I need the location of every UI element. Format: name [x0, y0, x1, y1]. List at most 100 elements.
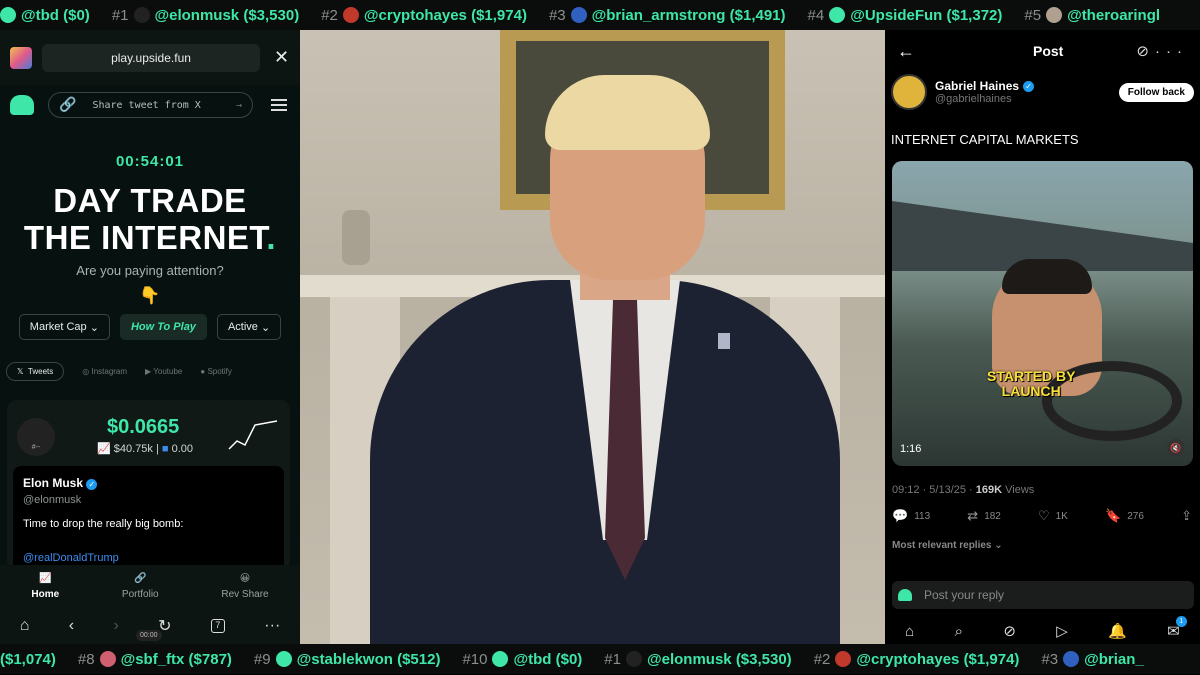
post-header: ← Post ⊘···	[885, 30, 1200, 72]
video-player[interactable]	[300, 30, 885, 644]
tab-spotify[interactable]: ● Spotify	[200, 367, 232, 376]
ticker-item[interactable]: #4 @UpsideFun ($1,372)	[808, 7, 1003, 24]
youtube-icon: ▶	[145, 367, 152, 376]
avatar[interactable]	[891, 74, 927, 110]
active-dropdown[interactable]: Active ⌄	[216, 314, 282, 340]
token-price: $0.0665	[107, 416, 180, 438]
repost-icon: ⇄	[967, 508, 979, 523]
flag-pin	[718, 333, 730, 349]
arrow-right-icon[interactable]: →	[236, 100, 242, 111]
follow-back-button[interactable]: Follow back	[1118, 82, 1194, 102]
ticker-item[interactable]: ($1,074)	[0, 651, 56, 668]
video-icon[interactable]: ▷	[1056, 622, 1068, 640]
reply-icon: 💬	[892, 508, 909, 523]
ticker-text: @brian_	[1084, 650, 1144, 668]
repost-button[interactable]: ⇄ 182	[967, 508, 1001, 524]
video-duration: 1:16	[900, 443, 922, 455]
ticker-text: @tbd ($0)	[513, 650, 583, 668]
nav-portfolio[interactable]: 🔗 Portfolio	[122, 573, 159, 600]
menu-icon[interactable]	[271, 99, 287, 111]
ticker-text: @theroaringl	[1067, 6, 1161, 24]
reply-placeholder: Post your reply	[924, 588, 1005, 602]
ticker-text: @cryptohayes ($1,974)	[856, 650, 1020, 668]
ticker-item[interactable]: #1 @elonmusk ($3,530)	[112, 7, 299, 24]
post-video[interactable]: STARTED BY LAUNCH 1:16 🔇	[892, 161, 1193, 466]
ticker-rank: #3	[1041, 650, 1059, 668]
notification-badge: 1	[1175, 616, 1187, 627]
embedded-tweet[interactable]: Elon Musk ✓ @elonmusk Time to drop the r…	[13, 466, 284, 570]
forward-icon[interactable]: ›	[113, 617, 118, 635]
ticker-rank: #1	[111, 6, 129, 24]
reply-input[interactable]: Post your reply	[892, 581, 1194, 609]
author-handle: @gabrielhaines	[935, 93, 1012, 105]
ticker-item[interactable]: #2 @cryptohayes ($1,974)	[814, 651, 1020, 668]
tweet-mention[interactable]: @realDonaldTrump	[23, 552, 274, 564]
user-avatar-icon	[898, 589, 912, 601]
ticker-text: @elonmusk ($3,530)	[646, 650, 792, 668]
sparkline-icon	[228, 420, 278, 450]
grok-icon[interactable]: ⊘	[1003, 622, 1016, 640]
upside-logo-icon[interactable]	[10, 95, 34, 115]
home-icon[interactable]: ⌂	[905, 623, 914, 640]
nav-rev-share[interactable]: 😀 Rev Share	[221, 573, 268, 600]
tweet-author: Elon Musk ✓	[23, 476, 274, 490]
share-button[interactable]: ⇪	[1181, 508, 1192, 524]
like-button[interactable]: ♡ 1K	[1038, 508, 1068, 524]
token-card[interactable]: #-- $0.0665 📈 $40.75k | ■ 0.00 Elon Musk…	[7, 400, 290, 570]
header-actions: ⊘···	[1136, 42, 1188, 60]
more-icon[interactable]: ···	[264, 617, 280, 635]
ticker-item[interactable]: @tbd ($0)	[0, 7, 90, 24]
nav-home[interactable]: 📈 Home	[31, 573, 59, 600]
ticker-item[interactable]: #2 @cryptohayes ($1,974)	[321, 7, 527, 24]
hero-line-1: DAY TRADE	[53, 182, 247, 219]
leaderboard-ticker-bottom: ($1,074) #8 @sbf_ftx ($787) #9 @stablekwon (…	[0, 644, 1200, 674]
leaderboard-ticker-top: @tbd ($0) #1 @elonmusk ($3,530) #2 @cryptoha…	[0, 0, 1200, 30]
share-tweet-input[interactable]: 🔗 Share tweet from X →	[48, 92, 253, 118]
bell-icon[interactable]: 🔔	[1108, 622, 1127, 640]
more-icon[interactable]: ···	[1155, 43, 1188, 60]
grok-icon[interactable]: ⊘	[1136, 43, 1155, 60]
app-bottom-nav: 📈 Home 🔗 Portfolio 😀 Rev Share	[0, 565, 300, 607]
ticker-item[interactable]: #3 @brian_	[1041, 651, 1143, 668]
avatar	[570, 7, 587, 23]
tabs-icon[interactable]: 7	[210, 618, 225, 633]
close-icon[interactable]: ✕	[274, 47, 289, 68]
ticker-item[interactable]: #10 @tbd ($0)	[462, 651, 582, 668]
spotify-icon: ●	[200, 367, 206, 376]
author-name[interactable]: Gabriel Haines	[935, 79, 1019, 93]
mini-player-time: 00:00	[136, 630, 162, 641]
market-cap-dropdown[interactable]: Market Cap ⌄	[18, 314, 110, 340]
messages-icon[interactable]: ✉ 1	[1167, 616, 1187, 640]
url-bar[interactable]: play.upside.fun	[42, 43, 260, 72]
post-title: Post	[1033, 43, 1064, 59]
home-icon[interactable]: ⌂	[20, 617, 30, 635]
tab-instagram[interactable]: ◎ Instagram	[82, 367, 127, 376]
ticker-item[interactable]: #9 @stablekwon ($512)	[254, 651, 441, 668]
reply-button[interactable]: 💬 113	[892, 508, 930, 524]
ticker-item[interactable]: #8 @sbf_ftx ($787)	[78, 651, 232, 668]
search-icon[interactable]: ⌕	[955, 623, 963, 640]
mute-icon[interactable]: 🔇	[1167, 439, 1185, 457]
ticker-item[interactable]: #3 @brian_armstrong ($1,491)	[549, 7, 786, 24]
tab-tweets[interactable]: 𝕏 Tweets	[6, 362, 65, 381]
back-icon[interactable]: ‹	[69, 617, 74, 635]
how-to-play-button[interactable]: How To Play	[119, 314, 207, 340]
x-post-panel: ← Post ⊘··· Gabriel Haines ✓ @gabrielhain…	[885, 30, 1200, 644]
video-caption: STARTED BY LAUNCH	[987, 368, 1076, 399]
link-icon: 🔗	[59, 97, 77, 113]
bookmark-button[interactable]: 🔖 276	[1105, 508, 1144, 524]
verified-icon: ✓	[1023, 80, 1035, 92]
back-arrow-icon[interactable]: ←	[897, 41, 915, 62]
post-meta: 09:12 · 5/13/25 · 169K Views	[892, 484, 1035, 496]
ticker-item[interactable]: #5 @theroaringl	[1024, 7, 1160, 24]
tab-youtube[interactable]: ▶ Youtube	[145, 367, 182, 376]
reply-sort-dropdown[interactable]: Most relevant replies ⌄	[892, 540, 1003, 551]
ticker-item[interactable]: #1 @elonmusk ($3,530)	[604, 651, 791, 668]
hero-title: DAY TRADE THE INTERNET.	[0, 182, 300, 256]
ticker-text: @stablekwon ($512)	[296, 650, 441, 668]
ticker-rank: #10	[462, 650, 488, 668]
chart-icon: 📈	[39, 572, 52, 584]
hero-subtitle: Are you paying attention?	[76, 263, 224, 278]
app-nav: 🔗 Share tweet from X →	[0, 85, 300, 125]
bookmark-icon: 🔖	[1105, 508, 1122, 523]
